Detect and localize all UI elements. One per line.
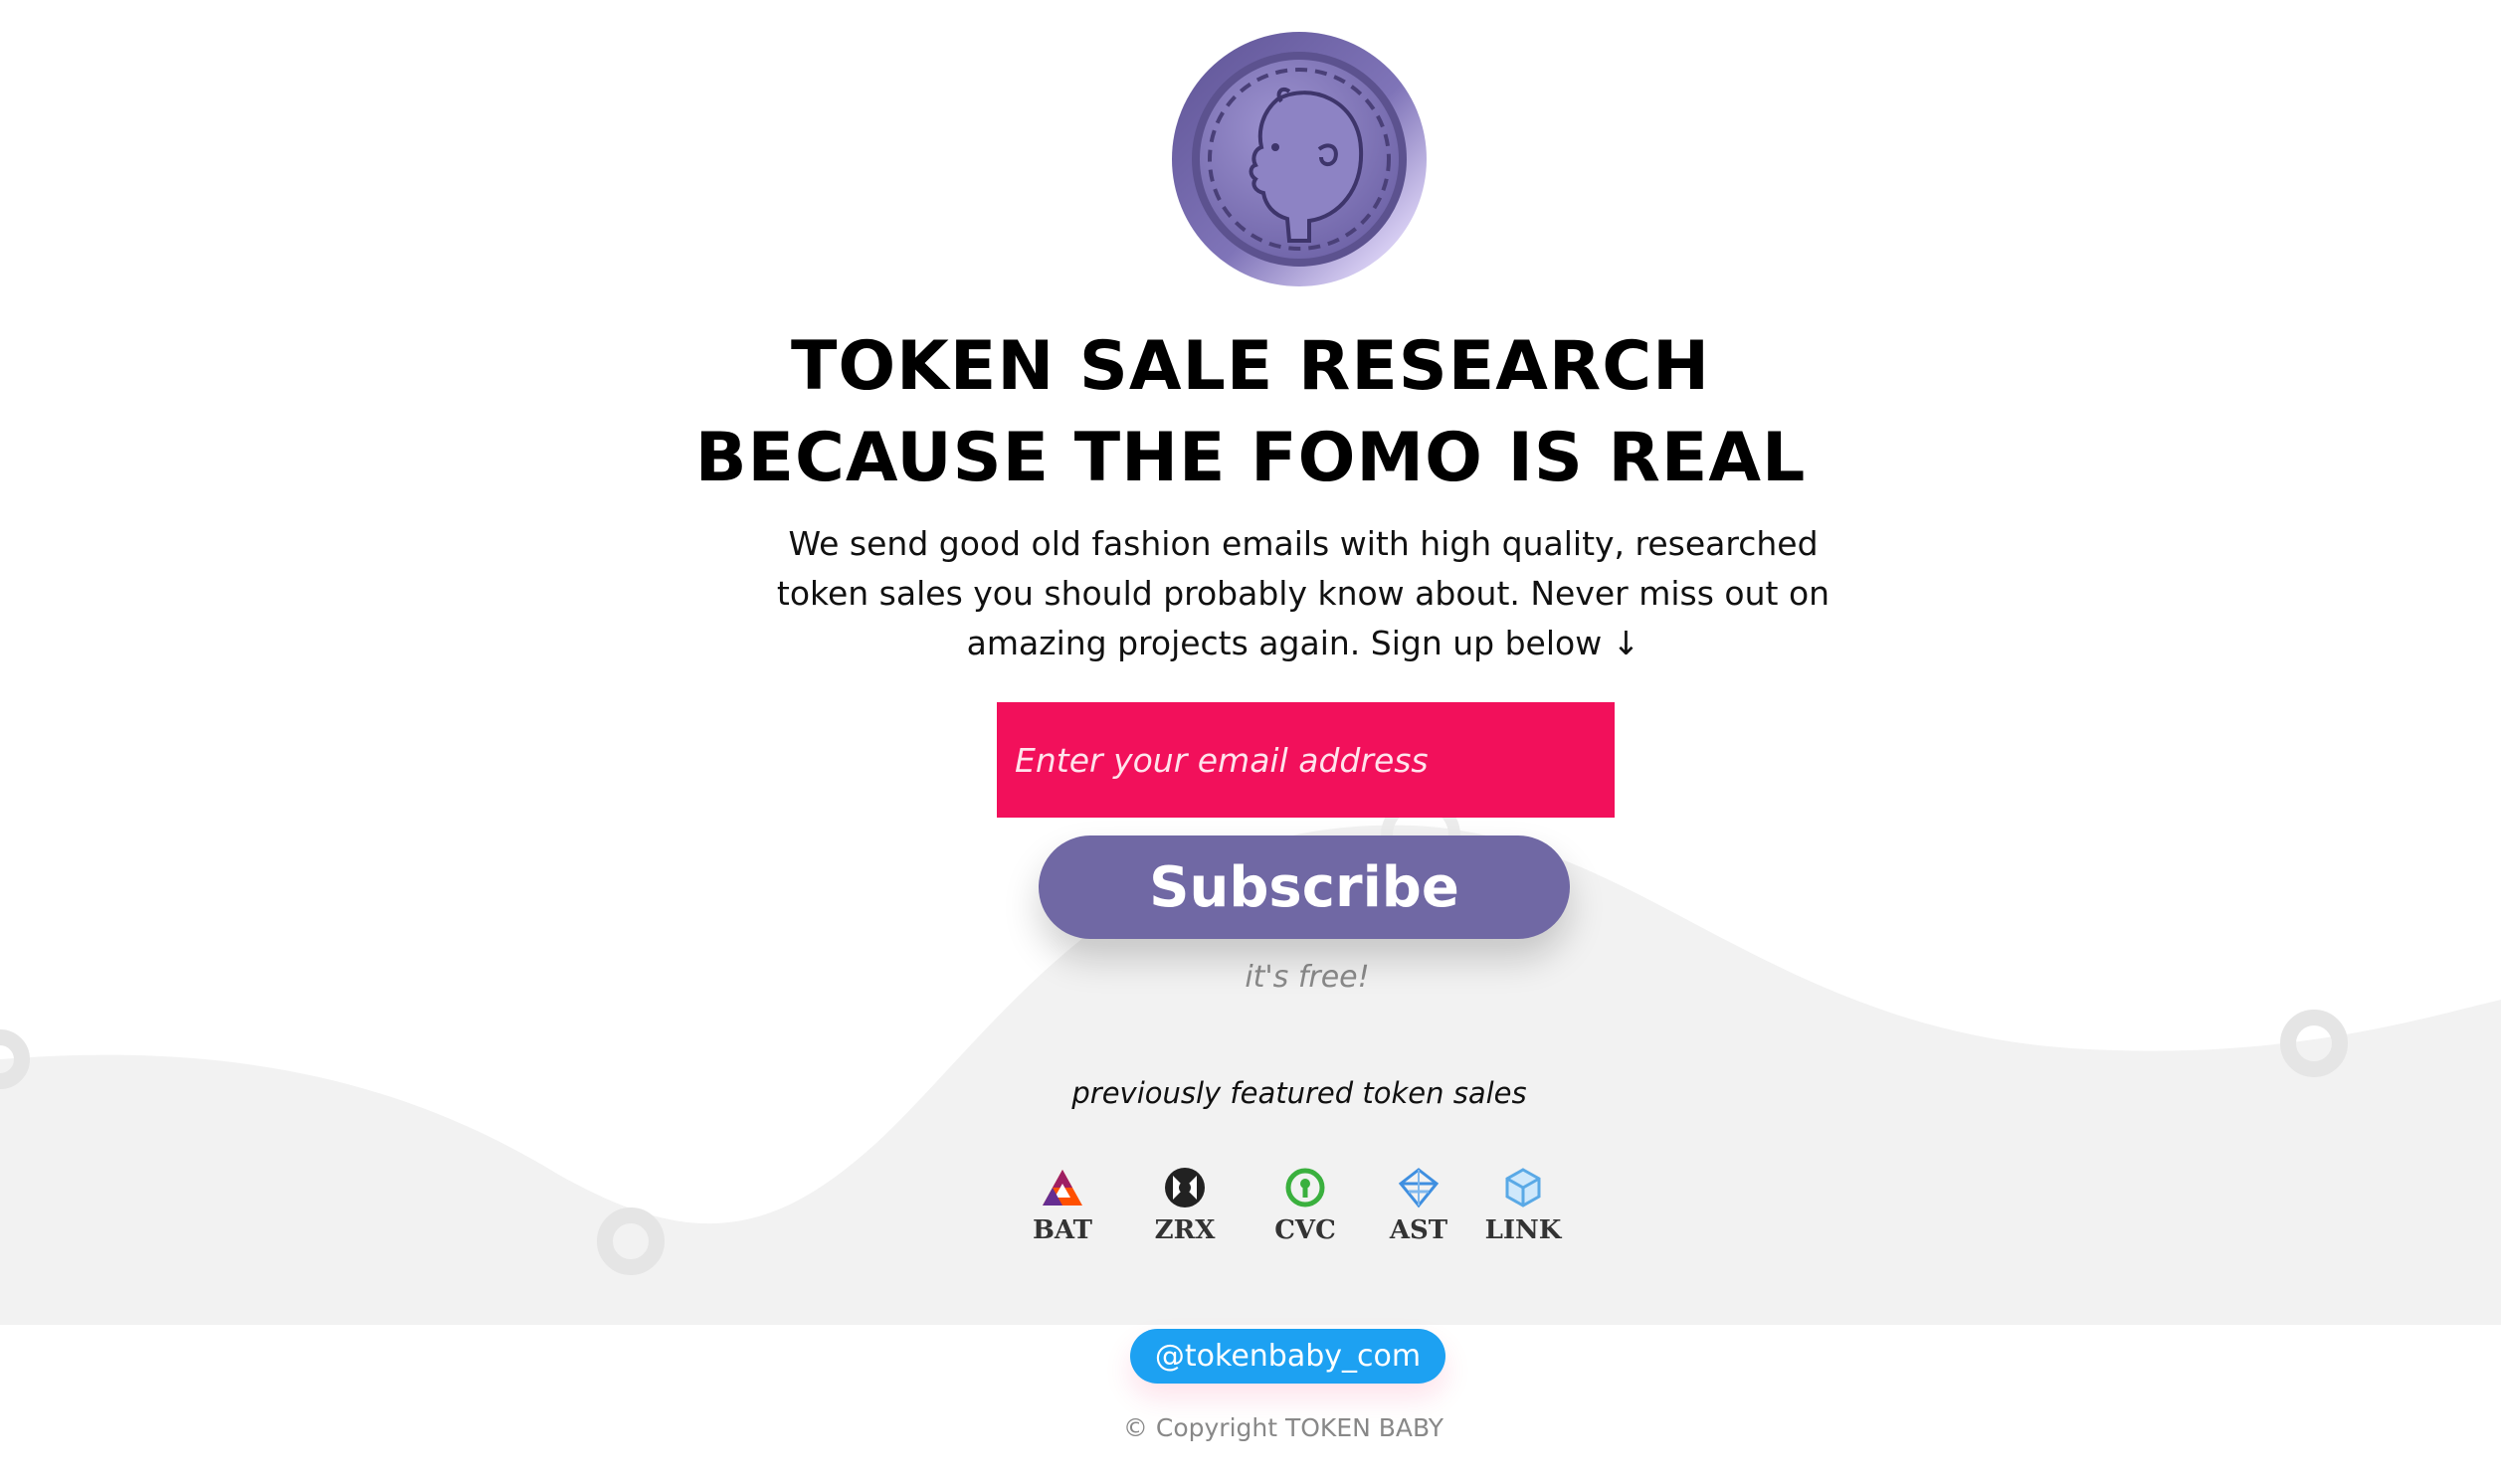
featured-title: previously featured token sales — [1071, 1076, 1527, 1110]
token-label: ZRX — [1154, 1215, 1216, 1245]
token-label: AST — [1389, 1215, 1448, 1245]
headline-line-1: TOKEN SALE RESEARCH — [790, 327, 1711, 406]
bat-icon — [1043, 1170, 1082, 1206]
token-label: LINK — [1484, 1215, 1562, 1245]
email-field[interactable] — [997, 702, 1615, 818]
link-icon — [1505, 1168, 1541, 1207]
intro-text: We send good old fashion emails with hig… — [776, 524, 1830, 662]
token-label: CVC — [1274, 1215, 1336, 1245]
list-item-link: LINK — [1468, 1164, 1578, 1245]
list-item-ast: AST — [1364, 1164, 1473, 1245]
list-item-bat: BAT — [1008, 1164, 1117, 1245]
cvc-icon — [1285, 1168, 1325, 1207]
list-item-cvc: CVC — [1250, 1164, 1360, 1245]
zrx-icon — [1165, 1168, 1205, 1207]
list-item-zrx: ZRX — [1130, 1164, 1240, 1245]
token-label: BAT — [1032, 1215, 1093, 1245]
baby-coin-icon — [1172, 32, 1427, 286]
copyright-text: © Copyright TOKEN BABY — [1122, 1413, 1444, 1442]
headline-line-2: BECAUSE THE FOMO IS REAL — [694, 419, 1807, 497]
ast-icon — [1398, 1168, 1440, 1208]
free-note: it's free! — [1245, 960, 1370, 995]
subscribe-button[interactable]: Subscribe — [1039, 835, 1570, 939]
twitter-handle-button[interactable]: @tokenbaby_com — [1130, 1329, 1445, 1384]
